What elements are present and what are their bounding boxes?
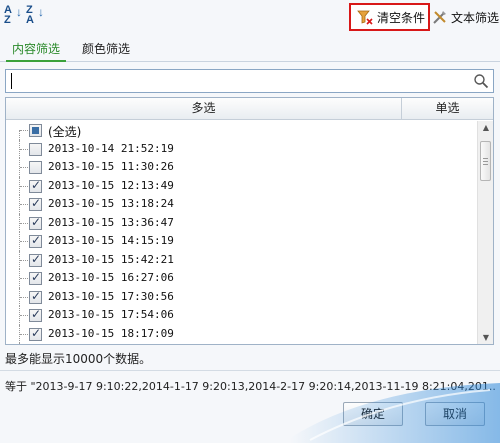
list-item-label: 2013-10-15 11:30:26	[48, 160, 174, 173]
list-header: 多选 单选	[6, 98, 493, 120]
clear-filter-icon	[357, 10, 373, 25]
list-item[interactable]: ✓ 2013-10-15 14:15:19	[6, 232, 476, 251]
tab-color-filter[interactable]: 颜色筛选	[76, 38, 136, 62]
text-filter-label: 文本筛选	[451, 10, 500, 25]
list-item-label: 2013-10-15 17:30:56	[48, 289, 174, 303]
list-item[interactable]: ✓ 2013-10-15 18:17:09	[6, 324, 476, 343]
list-item[interactable]: ✓ 2013-10-15 17:30:56	[6, 287, 476, 306]
filter-tabs: 内容筛选 颜色筛选	[0, 38, 500, 62]
text-filter-button[interactable]: 文本筛选	[432, 7, 499, 27]
sort-descending-button[interactable]: ZA ↓	[26, 5, 44, 27]
list-item[interactable]: ✓ 2013-10-15 17:54:06	[6, 306, 476, 325]
checkbox[interactable]	[29, 142, 42, 156]
checkbox[interactable]	[29, 124, 42, 137]
scroll-thumb[interactable]	[480, 141, 491, 181]
value-list-panel: 多选 单选 (全选) 2013-10-14 21:52:19 2013-10-1…	[5, 97, 494, 345]
clear-conditions-label: 清空条件	[377, 10, 426, 25]
list-item[interactable]: ✓	[6, 343, 476, 344]
list-item-label: 2013-10-15 17:54:06	[48, 308, 174, 321]
tools-icon	[433, 11, 446, 24]
single-select-column-header[interactable]: 单选	[402, 98, 493, 120]
scroll-up-arrow-icon[interactable]: ▲	[478, 121, 493, 135]
toolbar: AZ ↓ ZA ↓ 清空条件 文本筛选	[0, 0, 500, 34]
checkbox[interactable]: ✓	[29, 196, 42, 211]
list-item[interactable]: ✓ 2013-10-15 13:36:47	[6, 213, 476, 232]
list-item-label: (全选)	[48, 125, 82, 139]
search-input[interactable]	[9, 72, 469, 90]
checkbox[interactable]: ✓	[29, 215, 42, 230]
list-item-select-all[interactable]: (全选)	[6, 121, 476, 140]
value-list: (全选) 2013-10-14 21:52:19 2013-10-15 11:3…	[6, 121, 476, 344]
checkbox[interactable]: ✓	[29, 326, 42, 341]
checkbox[interactable]: ✓	[29, 270, 42, 285]
list-item[interactable]: ✓ 2013-10-15 15:42:21	[6, 250, 476, 269]
search-icon[interactable]	[473, 73, 489, 89]
list-item-label: 2013-10-14 21:52:19	[48, 141, 174, 155]
multi-select-column-header[interactable]: 多选	[6, 98, 402, 120]
clear-conditions-button[interactable]: 清空条件	[349, 3, 430, 31]
list-item[interactable]: ✓ 2013-10-15 13:18:24	[6, 195, 476, 214]
search-box	[5, 69, 494, 93]
list-item[interactable]: 2013-10-15 11:30:26	[6, 158, 476, 177]
checkbox[interactable]: ✓	[29, 233, 42, 248]
list-item-label: 2013-10-15 14:15:19	[48, 234, 174, 247]
sort-ascending-button[interactable]: AZ ↓	[4, 5, 22, 27]
list-item-label: 2013-10-15 18:17:09	[48, 326, 174, 340]
checkbox[interactable]: ✓	[29, 289, 42, 304]
list-scrollbar[interactable]: ▲ ▼	[477, 121, 493, 344]
tab-content-filter[interactable]: 内容筛选	[6, 38, 67, 62]
max-display-note: 最多能显示10000个数据。	[5, 352, 152, 366]
list-item-label: 2013-10-15 13:18:24	[48, 197, 174, 210]
checkbox[interactable]: ✓	[29, 307, 42, 322]
checkbox[interactable]	[29, 161, 42, 174]
list-item[interactable]: ✓ 2013-10-15 12:13:49	[6, 176, 476, 195]
list-item-label: 2013-10-15 16:27:06	[48, 271, 174, 284]
list-item-label: 2013-10-15 12:13:49	[48, 178, 174, 192]
checkbox[interactable]: ✓	[29, 178, 42, 193]
ok-button[interactable]: 确定	[343, 402, 403, 426]
scroll-down-arrow-icon[interactable]: ▼	[478, 331, 493, 344]
cancel-button[interactable]: 取消	[425, 402, 485, 426]
divider	[0, 370, 500, 371]
checkbox[interactable]: ✓	[29, 252, 42, 267]
sort-ascending-icon: AZ	[4, 4, 12, 26]
sort-descending-icon: ZA	[26, 4, 34, 26]
filter-condition-text: 等于 "2013-9-17 9:10:22,2014-1-17 9:20:13,…	[5, 380, 495, 393]
list-item[interactable]: ✓ 2013-10-15 16:27:06	[6, 269, 476, 288]
list-item-label: 2013-10-15 13:36:47	[48, 215, 174, 229]
list-item[interactable]: 2013-10-14 21:52:19	[6, 139, 476, 158]
list-item-label: 2013-10-15 15:42:21	[48, 252, 174, 266]
